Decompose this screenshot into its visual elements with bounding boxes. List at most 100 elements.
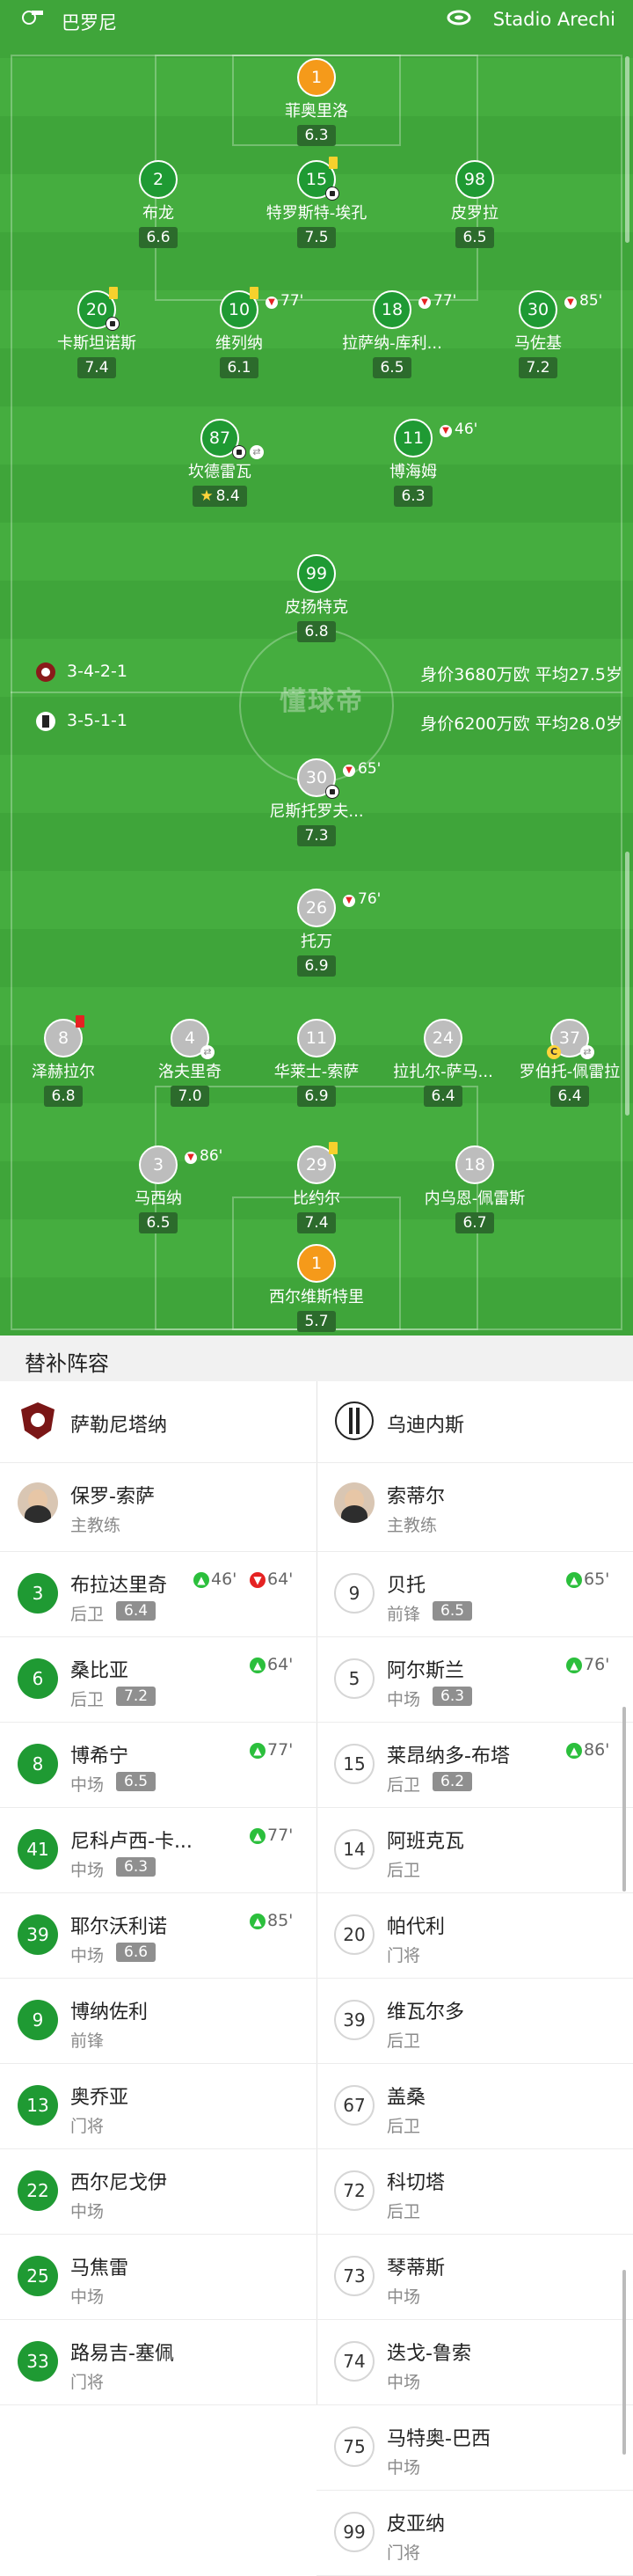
- sub-row[interactable]: 9 博纳佐利 前锋: [0, 1979, 316, 2064]
- player-home-10[interactable]: 10 ▼ 77' 维列纳 6.1: [151, 287, 327, 378]
- player-number: 11: [402, 428, 425, 448]
- sub-position: 后卫: [387, 1861, 421, 1880]
- home-coach-row[interactable]: 保罗-索萨 主教练: [0, 1463, 316, 1552]
- subs-scrollbar-lower[interactable]: [622, 2270, 626, 2455]
- sub-row[interactable]: 72 科切塔 后卫: [316, 2149, 633, 2235]
- sub-in-time: ▲ 64': [250, 1655, 293, 1674]
- assist-icon: ⇄: [580, 1045, 594, 1059]
- player-rating: 6.5: [455, 227, 494, 248]
- sub-row[interactable]: 73 琴蒂斯 中场: [316, 2235, 633, 2320]
- away-team-row[interactable]: 乌迪内斯: [316, 1381, 633, 1463]
- sub-row[interactable]: 33 路易吉-塞佩 门将: [0, 2320, 316, 2405]
- player-away-18[interactable]: 18 内乌恩-佩雷斯 6.7: [387, 1145, 563, 1233]
- player-rating: 6.8: [44, 1086, 83, 1107]
- sub-out-badge: ▼ 86': [185, 1147, 222, 1165]
- stadium-icon: [447, 10, 471, 26]
- player-away-37[interactable]: 37 C ⇄ 罗伯托-佩雷拉 6.4: [482, 1019, 633, 1107]
- sub-row[interactable]: 5 阿尔斯兰 中场 6.3 ▲ 76': [316, 1637, 633, 1723]
- sub-name: 科切塔: [387, 2172, 446, 2194]
- sub-name: 莱昂纳多-布塔: [387, 1745, 510, 1767]
- sub-row[interactable]: 3 布拉达里奇 后卫 6.4 ▲ 46' ▼ 64': [0, 1552, 316, 1637]
- player-home-2[interactable]: 2 布龙 6.6: [70, 160, 246, 248]
- yellow-card-icon: [109, 287, 118, 299]
- sub-position: 门将: [70, 2373, 105, 2392]
- subs-scrollbar[interactable]: [622, 1707, 626, 1892]
- player-name: 皮扬特克: [285, 598, 348, 617]
- sub-row[interactable]: 39 耶尔沃利诺 中场 6.6 ▲ 85': [0, 1893, 316, 1979]
- sub-row[interactable]: 9 贝托 前锋 6.5 ▲ 65': [316, 1552, 633, 1637]
- player-home-99[interactable]: 99 皮扬特克 6.8: [229, 554, 404, 642]
- coach-avatar: [334, 1482, 375, 1523]
- home-team-row[interactable]: 萨勒尼塔纳: [0, 1381, 316, 1463]
- sub-number: 13: [18, 2085, 58, 2126]
- sub-name: 阿尔斯兰: [387, 1660, 465, 1682]
- sub-position: 中场: [70, 1775, 105, 1795]
- sub-row[interactable]: 22 西尔尼戈伊 中场: [0, 2149, 316, 2235]
- player-home-98[interactable]: 98 皮罗拉 6.5: [387, 160, 563, 248]
- player-number: 10: [228, 300, 251, 319]
- sub-row[interactable]: 41 尼科卢西-卡... 中场 6.3 ▲ 77': [0, 1808, 316, 1893]
- sub-number: 75: [334, 2426, 375, 2467]
- player-name: 维列纳: [215, 334, 263, 353]
- player-home-15[interactable]: 15 特罗斯特-埃孔 7.5: [229, 157, 404, 248]
- sub-row[interactable]: 20 帕代利 门将: [316, 1893, 633, 1979]
- coach-role: 主教练: [387, 1516, 438, 1535]
- away-coach-row[interactable]: 索蒂尔 主教练: [316, 1463, 633, 1552]
- sub-in-icon: ▲: [566, 1743, 582, 1759]
- player-away-30[interactable]: 30 ▼ 65' 尼斯托罗夫... 7.3: [229, 758, 404, 846]
- team-name: 萨勒尼塔纳: [70, 1415, 168, 1437]
- sub-in-time: ▲ 76': [566, 1655, 609, 1674]
- away-team-info: 3-5-1-1 身价6200万欧 平均28.0岁: [0, 707, 633, 739]
- referee-name: 巴罗尼: [62, 12, 117, 33]
- sub-position: 中场: [387, 2287, 421, 2307]
- player-away-29[interactable]: 29 比约尔 7.4: [229, 1142, 404, 1233]
- player-home-87[interactable]: 87 ⇄ 坎德雷瓦 ★ 8.4: [132, 419, 308, 507]
- sub-position: 中场: [70, 1861, 105, 1880]
- sub-number: 15: [334, 1744, 375, 1784]
- player-home-30[interactable]: 30 ▼ 85' 马佐基 7.2: [450, 290, 626, 378]
- player-name: 博海姆: [389, 463, 437, 481]
- sub-position: 中场: [387, 2373, 421, 2392]
- sub-in-icon: ▲: [250, 1828, 266, 1844]
- sub-row[interactable]: 14 阿班克瓦 后卫: [316, 1808, 633, 1893]
- yellow-card-icon: [329, 157, 338, 169]
- sub-row[interactable]: 13 奥乔亚 门将: [0, 2064, 316, 2149]
- sub-name: 皮亚纳: [387, 2514, 446, 2536]
- sub-number: 14: [334, 1829, 375, 1870]
- player-rating: 7.0: [171, 1086, 209, 1107]
- sub-row[interactable]: 15 莱昂纳多-布塔 后卫 6.2 ▲ 86': [316, 1723, 633, 1808]
- player-home-1[interactable]: 1 菲奥里洛 6.3: [229, 58, 404, 146]
- player-rating: 5.7: [297, 1311, 336, 1332]
- sub-row[interactable]: 39 维瓦尔多 后卫: [316, 1979, 633, 2064]
- player-rating: 6.8: [297, 621, 336, 642]
- sub-name: 马特奥-巴西: [387, 2428, 491, 2450]
- sub-row[interactable]: 99 皮亚纳 门将: [316, 2491, 633, 2576]
- player-number: 26: [305, 898, 328, 918]
- sub-row[interactable]: 74 迭戈-鲁索 中场: [316, 2320, 633, 2405]
- player-rating: 6.9: [297, 955, 336, 977]
- sub-number: 9: [18, 2000, 58, 2040]
- sub-row[interactable]: 67 盖桑 后卫: [316, 2064, 633, 2149]
- player-rating: ★ 8.4: [193, 486, 247, 507]
- pitch-scrollbar-top[interactable]: [625, 56, 629, 243]
- player-away-26[interactable]: 26 ▼ 76' 托万 6.9: [229, 889, 404, 977]
- player-number: 18: [381, 300, 404, 319]
- player-name: 皮罗拉: [451, 204, 498, 223]
- player-number: 1: [297, 1244, 336, 1283]
- sub-row[interactable]: 25 马焦雷 中场: [0, 2235, 316, 2320]
- sub-row[interactable]: 8 博希宁 中场 6.5 ▲ 77': [0, 1723, 316, 1808]
- sub-position: 门将: [387, 1946, 421, 1965]
- player-away-1[interactable]: 1 西尔维斯特里 5.7: [229, 1244, 404, 1332]
- sub-row[interactable]: 75 马特奥-巴西 中场: [316, 2405, 633, 2491]
- home-formation: 3-4-2-1: [67, 662, 127, 681]
- player-home-11[interactable]: 11 ▼ 46' 博海姆 6.3: [325, 419, 501, 507]
- salernitana-crest-icon: [36, 662, 55, 682]
- player-name: 西尔维斯特里: [269, 1288, 364, 1306]
- player-number: 29: [305, 1155, 328, 1175]
- player-name: 托万: [301, 933, 332, 951]
- player-away-3[interactable]: 3 ▼ 86' 马西纳 6.5: [70, 1145, 246, 1233]
- sub-row[interactable]: 6 桑比亚 后卫 7.2 ▲ 64': [0, 1637, 316, 1723]
- sub-in-icon: ▲: [250, 1658, 266, 1673]
- player-name: 坎德雷瓦: [188, 463, 251, 481]
- sub-rating: 6.4: [116, 1601, 156, 1621]
